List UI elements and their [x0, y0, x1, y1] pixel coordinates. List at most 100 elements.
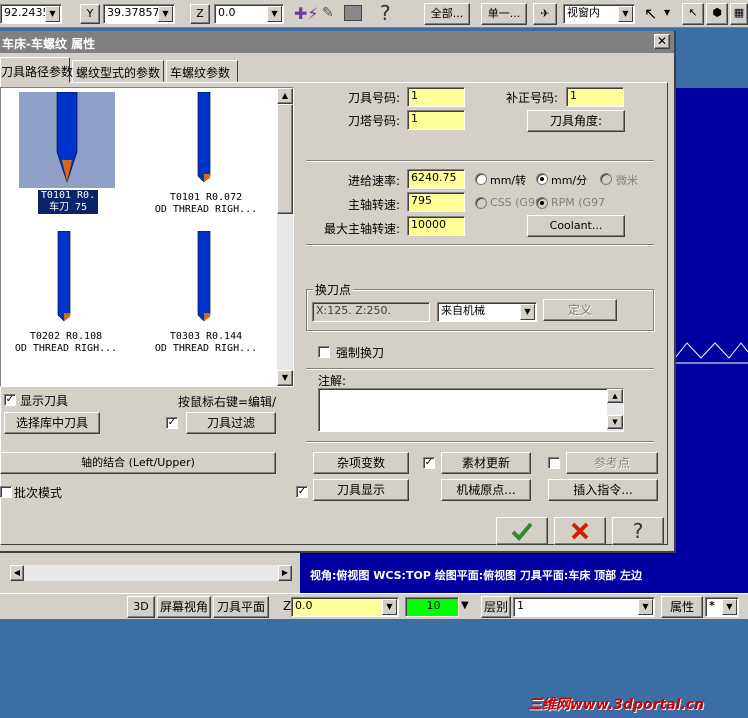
scroll-up-button[interactable]: ▲ — [607, 389, 623, 403]
help-icon[interactable]: ? — [380, 2, 402, 24]
view-select[interactable]: 视窗内 ▼ — [563, 4, 635, 24]
tool-display-checkbox[interactable]: ✓ — [296, 486, 308, 498]
wand-icon[interactable]: ✎ — [322, 5, 340, 23]
feed-rate-field[interactable]: 6240.75 — [407, 169, 465, 189]
misc-values-button[interactable]: 杂项变数 — [313, 452, 409, 474]
tool-plane-button[interactable]: 刀具平面 — [213, 596, 269, 618]
mm-per-min-radio[interactable] — [536, 173, 548, 185]
close-icon[interactable]: ✕ — [654, 34, 670, 49]
help-button[interactable]: ? — [612, 517, 664, 545]
tab-thread-shape-params[interactable]: 螺纹型式的参数 — [72, 60, 164, 82]
cancel-button[interactable] — [554, 517, 606, 545]
chevron-down-icon[interactable]: ▼ — [382, 599, 397, 615]
divider — [306, 441, 654, 443]
color-dropdown-icon[interactable]: ▼ — [461, 600, 473, 611]
offset-number-field[interactable]: 1 — [566, 87, 624, 107]
chevron-down-icon[interactable]: ▼ — [267, 6, 282, 22]
stock-update-button[interactable]: 素材更新 — [441, 452, 531, 474]
scroll-up-button[interactable]: ▲ — [277, 88, 293, 104]
snap-icon[interactable]: ✚⚡ — [294, 5, 319, 23]
tab-threading-params[interactable]: 车螺纹参数 — [166, 60, 238, 82]
comment-scrollbar[interactable]: ▲ ▼ — [607, 389, 623, 431]
tool-filter-button[interactable]: 刀具过滤 — [186, 412, 276, 434]
mm-per-rev-radio[interactable] — [475, 173, 487, 185]
horizontal-scrollbar[interactable]: ◀ ▶ — [0, 553, 300, 593]
feed-rate-label: 进给速率: — [348, 174, 401, 188]
max-spindle-label: 最大主轴转速: — [324, 222, 401, 236]
rpm-radio[interactable] — [536, 197, 548, 209]
3d-button[interactable]: 3D — [127, 596, 155, 618]
pointer-icon[interactable]: ↖ — [644, 4, 664, 24]
scroll-right-button[interactable]: ▶ — [278, 565, 292, 581]
machine-origin-button[interactable]: 机械原点... — [441, 479, 531, 501]
chevron-down-icon[interactable]: ▼ — [158, 6, 173, 22]
css-radio[interactable] — [475, 197, 487, 209]
screen-view-button[interactable]: 屏幕视角 — [157, 596, 211, 618]
force-tool-change-checkbox[interactable] — [318, 346, 330, 358]
batch-mode-checkbox[interactable] — [0, 486, 12, 498]
select-all-button[interactable]: 全部... — [424, 3, 470, 25]
tool-item-selected[interactable]: T0101 R0. 车刀 75 — [1, 90, 131, 220]
chevron-down-icon[interactable]: ▼ — [618, 6, 633, 22]
spindle-speed-field[interactable]: 795 — [407, 192, 465, 212]
viewport-status-text: 视角:俯视图 WCS:TOP 绘图平面:俯视图 刀具平面:车床 顶部 左边 — [310, 569, 642, 582]
ref-point-button[interactable]: 参考点 — [566, 452, 658, 474]
axis-combination-button[interactable]: 轴的结合 (Left/Upper) — [0, 452, 276, 474]
z-axis-button[interactable]: Z — [190, 4, 210, 24]
ok-button[interactable] — [496, 517, 548, 545]
chevron-down-icon[interactable]: ▼ — [520, 304, 535, 320]
tool-list-scrollbar[interactable]: ▲ ▼ — [277, 88, 293, 386]
group-select[interactable]: * ▼ — [705, 597, 739, 617]
micro-label: 微米 — [616, 174, 638, 187]
insert-command-button[interactable]: 插入指令... — [548, 479, 658, 501]
tab-toolpath-params[interactable]: 刀具路径参数 — [0, 57, 73, 83]
level-field[interactable]: 1 ▼ — [513, 597, 655, 617]
image-icon[interactable] — [344, 5, 362, 21]
chevron-down-icon[interactable]: ▼ — [664, 8, 674, 17]
chevron-down-icon[interactable]: ▼ — [638, 599, 653, 615]
ref-point-checkbox[interactable] — [548, 457, 560, 469]
select-library-tool-button[interactable]: 选择库中刀具 — [4, 412, 100, 434]
select-chain-icon[interactable]: ↖ — [682, 3, 704, 25]
select-solid-icon[interactable]: ⬢ — [706, 3, 728, 25]
tool-display-button[interactable]: 刀具显示 — [313, 479, 409, 501]
color-field[interactable]: 10 — [405, 597, 459, 617]
level-button[interactable]: 层别 — [481, 596, 511, 618]
z-coordinate-field[interactable]: 0.0 ▼ — [214, 4, 284, 24]
tool-item[interactable]: T0101 R0.072 OD THREAD RIGH... — [141, 90, 271, 220]
turret-number-field[interactable]: 1 — [407, 110, 465, 130]
y-coordinate-field[interactable]: 39.37857 ▼ — [103, 4, 175, 24]
tool-item[interactable]: T0202 R0.108 OD THREAD RIGH... — [1, 229, 131, 359]
graphics-viewport[interactable] — [675, 88, 748, 554]
chevron-down-icon[interactable]: ▼ — [722, 599, 737, 615]
z-depth-field[interactable]: 0.0 ▼ — [291, 597, 399, 617]
tool-list[interactable]: T0101 R0. 车刀 75 T0101 R0.072 OD THREAD RIG… — [0, 87, 294, 387]
thread-tool-icon — [197, 231, 211, 322]
tool-number-field[interactable]: 1 — [407, 87, 465, 107]
attributes-button[interactable]: 属性 — [661, 596, 703, 618]
scroll-left-button[interactable]: ◀ — [10, 565, 24, 581]
stock-update-checkbox[interactable]: ✓ — [423, 457, 435, 469]
max-spindle-field[interactable]: 10000 — [407, 216, 465, 236]
dialog-title-bar[interactable]: 车床-车螺纹 属性 ✕ — [0, 31, 674, 53]
right-click-hint: 按鼠标右键=编辑/ — [178, 395, 277, 409]
comment-textarea[interactable]: ▲ ▼ — [318, 388, 624, 432]
tool-item[interactable]: T0303 R0.144 OD THREAD RIGH... — [141, 229, 271, 359]
x-coordinate-field[interactable]: 92.2435 ▼ — [0, 4, 62, 24]
coolant-button[interactable]: Coolant... — [527, 215, 625, 237]
cursor-select-icon[interactable]: ✈ — [533, 3, 557, 25]
select-single-button[interactable]: 单一... — [481, 3, 527, 25]
tool-angle-button[interactable]: 刀具角度: — [527, 110, 625, 132]
tool-filter-checkbox[interactable]: ✓ — [166, 417, 178, 429]
tool-change-source-select[interactable]: 来自机械 ▼ — [437, 302, 537, 322]
scroll-down-button[interactable]: ▼ — [277, 370, 293, 386]
y-axis-button[interactable]: Y — [80, 4, 100, 24]
micro-radio[interactable] — [600, 173, 612, 185]
chevron-down-icon[interactable]: ▼ — [45, 6, 60, 22]
show-tool-checkbox[interactable]: ✓ — [4, 394, 16, 406]
select-more-icon[interactable]: ▦ — [730, 3, 748, 25]
define-button[interactable]: 定义 — [543, 299, 617, 321]
scroll-thumb[interactable] — [277, 104, 293, 214]
scroll-down-button[interactable]: ▼ — [607, 415, 623, 429]
cancel-x-icon — [571, 522, 589, 540]
